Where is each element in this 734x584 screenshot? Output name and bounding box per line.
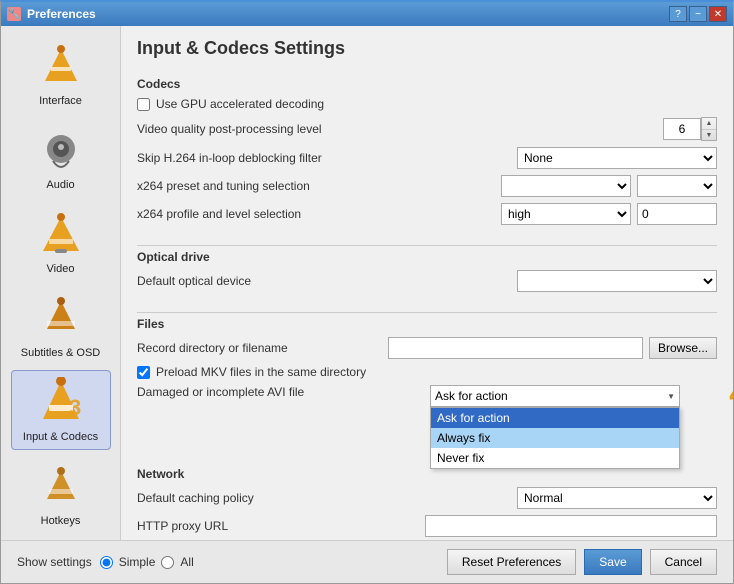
dropdown-item-always-fix[interactable]: Always fix (431, 428, 679, 448)
caching-row: Default caching policy Normal Lowest lat… (137, 487, 717, 509)
skip-h264-select[interactable]: None All Non-ref (517, 147, 717, 169)
files-section: Files Record directory or filename Brows… (137, 317, 717, 455)
dropdown-item-never-fix[interactable]: Never fix (431, 448, 679, 468)
app-icon: 🔧 (7, 7, 21, 21)
sidebar-item-subtitles[interactable]: Subtitles & OSD (11, 286, 111, 366)
codecs-section: Codecs Use GPU accelerated decoding Vide… (137, 77, 717, 231)
optical-device-select[interactable] (517, 270, 717, 292)
preload-mkv-checkbox[interactable] (137, 366, 150, 379)
x264-preset-row: x264 preset and tuning selection (137, 175, 717, 197)
dropdown-arrow-icon: ▼ (667, 392, 675, 401)
help-button[interactable]: ? (669, 6, 687, 22)
x264-preset-select2[interactable] (637, 175, 717, 197)
damaged-avi-row: Damaged or incomplete AVI file Ask for a… (137, 385, 717, 407)
damaged-avi-dropdown[interactable]: Ask for action ▼ (430, 385, 680, 407)
optical-header: Optical drive (137, 250, 717, 264)
damaged-avi-value: Ask for action (435, 389, 508, 403)
window-title: Preferences (27, 7, 96, 21)
proxy-row: HTTP proxy URL (137, 515, 717, 537)
optical-device-label: Default optical device (137, 274, 511, 288)
number-badge: 4 (729, 377, 733, 409)
record-row: Record directory or filename Browse... (137, 337, 717, 359)
preload-mkv-row: Preload MKV files in the same directory (137, 365, 717, 379)
video-quality-label: Video quality post-processing level (137, 122, 657, 136)
damaged-avi-dropdown-popup: Ask for action Always fix Never fix (430, 407, 680, 469)
sidebar-subtitles-label: Subtitles & OSD (21, 347, 100, 359)
preferences-window: 🔧 Preferences ? − ✕ Interface (0, 0, 734, 584)
record-input[interactable] (388, 337, 643, 359)
x264-profile-select[interactable]: baseline main high (501, 203, 631, 225)
save-button[interactable]: Save (584, 549, 641, 575)
damaged-avi-label: Damaged or incomplete AVI file (137, 385, 424, 399)
main-content: Input & Codecs Settings Codecs Use GPU a… (121, 26, 733, 540)
show-settings-group: Show settings Simple All (17, 555, 194, 569)
gpu-accel-label: Use GPU accelerated decoding (156, 97, 324, 111)
network-header: Network (137, 467, 717, 481)
caching-select[interactable]: Normal Lowest latency Low latency High l… (517, 487, 717, 509)
all-label: All (180, 555, 193, 569)
proxy-input[interactable] (425, 515, 717, 537)
simple-label: Simple (119, 555, 156, 569)
gpu-accel-checkbox[interactable] (137, 98, 150, 111)
video-icon (35, 209, 87, 261)
sidebar: Interface Audio (1, 26, 121, 540)
sidebar-item-audio[interactable]: Audio (11, 118, 111, 198)
sidebar-hotkeys-label: Hotkeys (41, 515, 81, 527)
x264-profile-row: x264 profile and level selection baselin… (137, 203, 717, 225)
audio-icon (35, 125, 87, 177)
simple-radio[interactable] (100, 556, 113, 569)
network-section: Network Default caching policy Normal Lo… (137, 467, 717, 540)
preload-mkv-label: Preload MKV files in the same directory (156, 365, 366, 379)
subtitles-icon (35, 293, 87, 345)
browse-button[interactable]: Browse... (649, 337, 717, 359)
svg-text:3: 3 (69, 395, 81, 420)
record-label: Record directory or filename (137, 341, 382, 355)
sidebar-input-codecs-label: Input & Codecs (23, 431, 98, 443)
reset-preferences-button[interactable]: Reset Preferences (447, 549, 576, 575)
optical-section: Optical drive Default optical device (137, 250, 717, 298)
bottom-bar: Show settings Simple All Reset Preferenc… (1, 540, 733, 583)
spinner-down[interactable]: ▼ (702, 129, 716, 140)
x264-level-input[interactable] (637, 203, 717, 225)
interface-icon (35, 41, 87, 93)
dropdown-item-ask[interactable]: Ask for action (431, 408, 679, 428)
input-codecs-icon: 3 (35, 377, 87, 429)
cancel-button[interactable]: Cancel (650, 549, 717, 575)
sidebar-video-label: Video (47, 263, 75, 275)
codecs-header: Codecs (137, 77, 717, 91)
damaged-avi-dropdown-container: Ask for action ▼ Ask for action Always f… (430, 385, 717, 407)
x264-preset-select1[interactable] (501, 175, 631, 197)
action-buttons: Reset Preferences Save Cancel (447, 549, 717, 575)
video-quality-row: Video quality post-processing level ▲ ▼ (137, 117, 717, 141)
sidebar-item-interface[interactable]: Interface (11, 34, 111, 114)
optical-device-row: Default optical device (137, 270, 717, 292)
spinner-up[interactable]: ▲ (702, 118, 716, 129)
sidebar-item-hotkeys[interactable]: Hotkeys (11, 454, 111, 534)
video-quality-spinner: ▲ ▼ (663, 117, 717, 141)
show-settings-label: Show settings (17, 555, 92, 569)
hotkeys-icon (35, 461, 87, 513)
gpu-accel-row: Use GPU accelerated decoding (137, 97, 717, 111)
sidebar-interface-label: Interface (39, 95, 82, 107)
x264-profile-label: x264 profile and level selection (137, 207, 495, 221)
sidebar-audio-label: Audio (46, 179, 74, 191)
page-title: Input & Codecs Settings (137, 38, 717, 65)
minimize-button[interactable]: − (689, 6, 707, 22)
skip-h264-label: Skip H.264 in-loop deblocking filter (137, 151, 511, 165)
proxy-label: HTTP proxy URL (137, 519, 419, 533)
sidebar-item-video[interactable]: Video (11, 202, 111, 282)
skip-h264-row: Skip H.264 in-loop deblocking filter Non… (137, 147, 717, 169)
close-button[interactable]: ✕ (709, 6, 727, 22)
video-quality-input[interactable] (663, 118, 701, 140)
x264-preset-label: x264 preset and tuning selection (137, 179, 495, 193)
sidebar-item-input-codecs[interactable]: 3 Input & Codecs (11, 370, 111, 450)
files-header: Files (137, 317, 717, 331)
window-body: Interface Audio (1, 26, 733, 540)
title-bar: 🔧 Preferences ? − ✕ (1, 2, 733, 26)
caching-label: Default caching policy (137, 491, 511, 505)
all-radio[interactable] (161, 556, 174, 569)
